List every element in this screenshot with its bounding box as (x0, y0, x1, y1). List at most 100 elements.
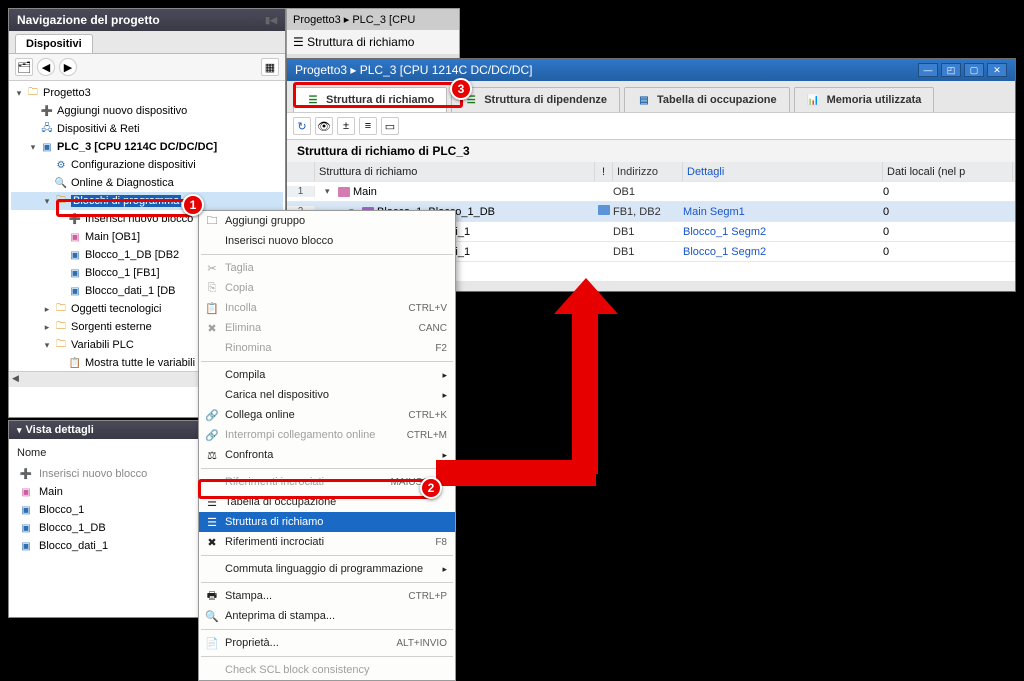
tree-blocco1db[interactable]: Blocco_1_DB [DB2 (85, 249, 179, 261)
ob-icon: ▣ (67, 230, 83, 244)
list-icon: ☰ (293, 35, 304, 49)
db-icon: ▣ (17, 523, 35, 534)
nav-fwd-icon[interactable]: ▶ (59, 58, 77, 76)
minimize-button[interactable]: — (918, 63, 938, 77)
options2-icon[interactable]: ≡ (359, 117, 377, 135)
main-title-bar: Progetto3 ▸ PLC_3 [CPU 1214C DC/DC/DC] —… (287, 59, 1015, 81)
col-local[interactable]: Dati locali (nel p (883, 162, 1013, 181)
ctx-compile[interactable]: Compila▸ (199, 365, 455, 385)
ctx-properties[interactable]: 📄Proprietà...ALT+INVIO (199, 633, 455, 653)
table-row[interactable]: 1 ▾ Main OB1 0 (287, 182, 1015, 202)
detail-row-label: Inserisci nuovo blocco (39, 468, 147, 480)
col-details[interactable]: Dettagli (683, 162, 883, 181)
xref-icon: ✖ (203, 536, 221, 549)
tab-memory-used[interactable]: 📊Memoria utilizzata (794, 87, 935, 112)
ctx-add-group[interactable]: 🗀Aggiungi gruppo (199, 211, 455, 231)
tab-dependency-structure[interactable]: ☰Struttura di dipendenze (451, 87, 620, 112)
go-online-icon: 🔗 (203, 409, 221, 422)
row-local: 0 (883, 226, 1013, 238)
tree-add-device[interactable]: Aggiungi nuovo dispositivo (57, 105, 187, 117)
close-button[interactable]: ✕ (987, 63, 1007, 77)
collapse-icon[interactable]: ▮◀ (265, 15, 277, 26)
col-addr[interactable]: Indirizzo (613, 162, 683, 181)
ctx-xref2[interactable]: ✖Riferimenti incrociatiF8 (199, 532, 455, 552)
tree-add-block[interactable]: Inserisci nuovo blocco (85, 213, 193, 225)
list-icon: ☰ (306, 93, 320, 107)
callout-2: 2 (420, 477, 442, 499)
tab-call-structure[interactable]: ☰Struttura di richiamo (293, 87, 447, 112)
ctx-copy: ⎘Copia (199, 278, 455, 298)
tree-plc[interactable]: PLC_3 [CPU 1214C DC/DC/DC] (57, 141, 217, 153)
row-details[interactable]: Blocco_1 Segm2 (683, 246, 883, 258)
chart-icon: 📊 (807, 93, 821, 107)
fb-icon: ▣ (17, 505, 35, 516)
project-nav-title: Navigazione del progetto (17, 13, 160, 27)
main-tabs: ☰Struttura di richiamo ☰Struttura di dip… (287, 81, 1015, 113)
tree-devices-nets[interactable]: Dispositivi & Reti (57, 123, 140, 135)
nav-tab-row: Dispositivi (9, 31, 285, 54)
back-tab: ☰ Struttura di richiamo (287, 30, 459, 54)
row-details[interactable]: Main Segm1 (683, 206, 883, 218)
expand-icon[interactable]: 👁 (315, 117, 333, 135)
row-local: 0 (883, 206, 1013, 218)
ctx-print[interactable]: 🖶Stampa...CTRL+P (199, 586, 455, 606)
tree-bloccodati1[interactable]: Blocco_dati_1 [DB (85, 285, 176, 297)
ctx-download[interactable]: Carica nel dispositivo▸ (199, 385, 455, 405)
restore-button[interactable]: ◰ (941, 63, 961, 77)
tree-showvars[interactable]: Mostra tutte le variabili (85, 357, 195, 369)
ctx-call-structure[interactable]: ☰Struttura di richiamo (199, 512, 455, 532)
row-details[interactable]: Blocco_1 Segm2 (683, 226, 883, 238)
db-icon: ▣ (17, 541, 35, 552)
tree-extsrc[interactable]: Sorgenti esterne (71, 321, 152, 333)
context-menu: 🗀Aggiungi gruppo Inserisci nuovo blocco … (198, 210, 456, 681)
options1-icon[interactable]: ± (337, 117, 355, 135)
ctx-delete: ✖EliminaCANC (199, 318, 455, 338)
ctx-scl-check: Check SCL block consistency (199, 660, 455, 680)
col-struct[interactable]: Struttura di richiamo (315, 162, 595, 181)
dropdown-icon[interactable]: ▦ (261, 58, 279, 76)
callout-3: 3 (450, 78, 472, 100)
cut-icon: ✂ (203, 262, 221, 275)
tree-devconfig[interactable]: Configurazione dispositivi (71, 159, 196, 171)
detail-row-label: Main (39, 486, 63, 498)
row-local: 0 (883, 246, 1013, 258)
tree-blocco1fb[interactable]: Blocco_1 [FB1] (85, 267, 160, 279)
tree-plcvars[interactable]: Variabili PLC (71, 339, 134, 351)
tree-main-ob[interactable]: Main [OB1] (85, 231, 140, 243)
refresh-icon[interactable]: ↻ (293, 117, 311, 135)
ctx-switch-lang[interactable]: Commuta linguaggio di programmazione▸ (199, 559, 455, 579)
row-addr: DB1 (613, 226, 683, 238)
maximize-button[interactable]: ▢ (964, 63, 984, 77)
callout-1: 1 (182, 194, 204, 216)
tree-icon[interactable]: 🗂 (15, 58, 33, 76)
fb-icon: ▣ (67, 266, 83, 280)
ctx-paste: 📋IncollaCTRL+V (199, 298, 455, 318)
main-section: Struttura di richiamo di PLC_3 (287, 140, 1015, 162)
properties-icon: 📄 (203, 637, 221, 650)
row-local: 0 (883, 186, 1013, 198)
go-offline-icon: 🔗 (203, 429, 221, 442)
tree-online-diag[interactable]: Online & Diagnostica (71, 177, 174, 189)
tree-project[interactable]: Progetto3 (43, 87, 91, 99)
detail-row-label: Blocco_1_DB (39, 522, 106, 534)
nav-back-icon[interactable]: ◀ (37, 58, 55, 76)
tab-devices[interactable]: Dispositivi (15, 34, 93, 53)
extsrc-icon: 🗀 (53, 320, 69, 334)
options3-icon[interactable]: ▭ (381, 117, 399, 135)
ctx-go-online[interactable]: 🔗Collega onlineCTRL+K (199, 405, 455, 425)
tree-progblocks[interactable]: Blocchi di programma (71, 195, 181, 207)
ctx-assignment-table[interactable]: ☰Tabella di occupazione (199, 492, 455, 512)
ctx-print-preview[interactable]: 🔍Anteprima di stampa... (199, 606, 455, 626)
copy-icon: ⎘ (203, 282, 221, 295)
table-icon: ☰ (203, 496, 221, 509)
detail-row-label: Blocco_dati_1 (39, 540, 108, 552)
tree-techobj[interactable]: Oggetti tecnologici (71, 303, 162, 315)
ctx-add-new-block[interactable]: Inserisci nuovo blocco (199, 231, 455, 251)
techobj-icon: 🗀 (53, 302, 69, 316)
detail-row-label: Blocco_1 (39, 504, 84, 516)
arrow-vertical (572, 310, 598, 474)
col-flag[interactable]: ! (595, 162, 613, 181)
ctx-compare[interactable]: ⚖Confronta▸ (199, 445, 455, 465)
tab-assignment-table[interactable]: ▤Tabella di occupazione (624, 87, 790, 112)
project-icon: 🗀 (25, 86, 41, 100)
